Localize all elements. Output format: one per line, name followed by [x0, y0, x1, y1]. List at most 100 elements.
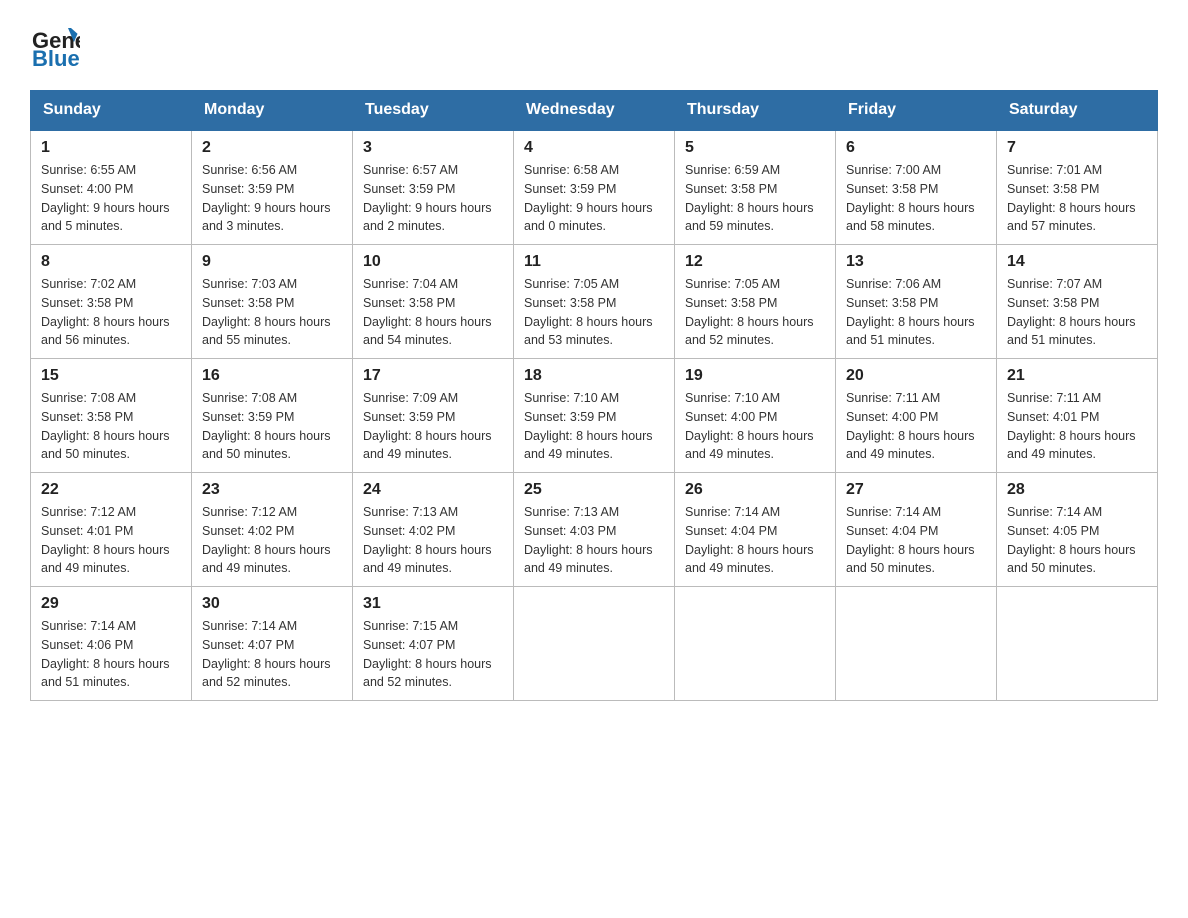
weekday-header-tuesday: Tuesday — [353, 91, 514, 131]
day-info: Sunrise: 6:55 AMSunset: 4:00 PMDaylight:… — [41, 161, 181, 236]
day-info: Sunrise: 7:05 AMSunset: 3:58 PMDaylight:… — [685, 275, 825, 350]
day-number: 20 — [846, 367, 986, 385]
day-number: 13 — [846, 253, 986, 271]
day-info: Sunrise: 7:08 AMSunset: 3:58 PMDaylight:… — [41, 389, 181, 464]
day-number: 24 — [363, 481, 503, 499]
calendar-cell: 3 Sunrise: 6:57 AMSunset: 3:59 PMDayligh… — [353, 130, 514, 245]
weekday-header-saturday: Saturday — [997, 91, 1158, 131]
calendar-cell: 28 Sunrise: 7:14 AMSunset: 4:05 PMDaylig… — [997, 473, 1158, 587]
day-number: 12 — [685, 253, 825, 271]
calendar-cell: 23 Sunrise: 7:12 AMSunset: 4:02 PMDaylig… — [192, 473, 353, 587]
day-info: Sunrise: 7:14 AMSunset: 4:07 PMDaylight:… — [202, 617, 342, 692]
day-info: Sunrise: 7:10 AMSunset: 4:00 PMDaylight:… — [685, 389, 825, 464]
day-number: 25 — [524, 481, 664, 499]
calendar-week-row: 8 Sunrise: 7:02 AMSunset: 3:58 PMDayligh… — [31, 245, 1158, 359]
calendar-cell: 10 Sunrise: 7:04 AMSunset: 3:58 PMDaylig… — [353, 245, 514, 359]
day-info: Sunrise: 7:14 AMSunset: 4:04 PMDaylight:… — [846, 503, 986, 578]
day-info: Sunrise: 7:11 AMSunset: 4:00 PMDaylight:… — [846, 389, 986, 464]
day-info: Sunrise: 7:10 AMSunset: 3:59 PMDaylight:… — [524, 389, 664, 464]
day-info: Sunrise: 7:14 AMSunset: 4:06 PMDaylight:… — [41, 617, 181, 692]
day-number: 2 — [202, 139, 342, 157]
day-info: Sunrise: 7:02 AMSunset: 3:58 PMDaylight:… — [41, 275, 181, 350]
calendar-week-row: 22 Sunrise: 7:12 AMSunset: 4:01 PMDaylig… — [31, 473, 1158, 587]
day-info: Sunrise: 7:12 AMSunset: 4:02 PMDaylight:… — [202, 503, 342, 578]
calendar-cell: 26 Sunrise: 7:14 AMSunset: 4:04 PMDaylig… — [675, 473, 836, 587]
day-number: 7 — [1007, 139, 1147, 157]
day-info: Sunrise: 7:08 AMSunset: 3:59 PMDaylight:… — [202, 389, 342, 464]
day-info: Sunrise: 7:01 AMSunset: 3:58 PMDaylight:… — [1007, 161, 1147, 236]
day-number: 16 — [202, 367, 342, 385]
calendar-week-row: 15 Sunrise: 7:08 AMSunset: 3:58 PMDaylig… — [31, 359, 1158, 473]
day-info: Sunrise: 6:59 AMSunset: 3:58 PMDaylight:… — [685, 161, 825, 236]
day-number: 10 — [363, 253, 503, 271]
header: General Blue — [30, 20, 1158, 70]
calendar-week-row: 29 Sunrise: 7:14 AMSunset: 4:06 PMDaylig… — [31, 587, 1158, 701]
day-number: 26 — [685, 481, 825, 499]
day-info: Sunrise: 7:14 AMSunset: 4:04 PMDaylight:… — [685, 503, 825, 578]
day-number: 23 — [202, 481, 342, 499]
day-info: Sunrise: 7:09 AMSunset: 3:59 PMDaylight:… — [363, 389, 503, 464]
day-info: Sunrise: 7:05 AMSunset: 3:58 PMDaylight:… — [524, 275, 664, 350]
calendar-cell — [997, 587, 1158, 701]
calendar-cell: 12 Sunrise: 7:05 AMSunset: 3:58 PMDaylig… — [675, 245, 836, 359]
day-info: Sunrise: 6:56 AMSunset: 3:59 PMDaylight:… — [202, 161, 342, 236]
calendar-cell: 27 Sunrise: 7:14 AMSunset: 4:04 PMDaylig… — [836, 473, 997, 587]
svg-text:Blue: Blue — [32, 46, 80, 70]
calendar-cell: 31 Sunrise: 7:15 AMSunset: 4:07 PMDaylig… — [353, 587, 514, 701]
day-number: 15 — [41, 367, 181, 385]
calendar-cell: 19 Sunrise: 7:10 AMSunset: 4:00 PMDaylig… — [675, 359, 836, 473]
logo-icon: General Blue — [30, 20, 80, 70]
day-number: 22 — [41, 481, 181, 499]
weekday-header-monday: Monday — [192, 91, 353, 131]
calendar-cell: 18 Sunrise: 7:10 AMSunset: 3:59 PMDaylig… — [514, 359, 675, 473]
day-number: 31 — [363, 595, 503, 613]
calendar-cell: 13 Sunrise: 7:06 AMSunset: 3:58 PMDaylig… — [836, 245, 997, 359]
calendar-cell: 7 Sunrise: 7:01 AMSunset: 3:58 PMDayligh… — [997, 130, 1158, 245]
weekday-header-wednesday: Wednesday — [514, 91, 675, 131]
day-number: 11 — [524, 253, 664, 271]
day-number: 9 — [202, 253, 342, 271]
calendar-table: SundayMondayTuesdayWednesdayThursdayFrid… — [30, 90, 1158, 701]
day-number: 30 — [202, 595, 342, 613]
day-number: 8 — [41, 253, 181, 271]
day-info: Sunrise: 7:00 AMSunset: 3:58 PMDaylight:… — [846, 161, 986, 236]
calendar-week-row: 1 Sunrise: 6:55 AMSunset: 4:00 PMDayligh… — [31, 130, 1158, 245]
calendar-cell — [514, 587, 675, 701]
day-info: Sunrise: 7:14 AMSunset: 4:05 PMDaylight:… — [1007, 503, 1147, 578]
calendar-cell: 29 Sunrise: 7:14 AMSunset: 4:06 PMDaylig… — [31, 587, 192, 701]
day-info: Sunrise: 7:15 AMSunset: 4:07 PMDaylight:… — [363, 617, 503, 692]
day-number: 21 — [1007, 367, 1147, 385]
calendar-cell — [836, 587, 997, 701]
day-number: 14 — [1007, 253, 1147, 271]
day-info: Sunrise: 7:11 AMSunset: 4:01 PMDaylight:… — [1007, 389, 1147, 464]
day-number: 1 — [41, 139, 181, 157]
day-number: 3 — [363, 139, 503, 157]
calendar-cell: 17 Sunrise: 7:09 AMSunset: 3:59 PMDaylig… — [353, 359, 514, 473]
day-info: Sunrise: 7:13 AMSunset: 4:03 PMDaylight:… — [524, 503, 664, 578]
weekday-header-thursday: Thursday — [675, 91, 836, 131]
calendar-cell: 11 Sunrise: 7:05 AMSunset: 3:58 PMDaylig… — [514, 245, 675, 359]
calendar-cell: 30 Sunrise: 7:14 AMSunset: 4:07 PMDaylig… — [192, 587, 353, 701]
day-number: 29 — [41, 595, 181, 613]
calendar-cell: 24 Sunrise: 7:13 AMSunset: 4:02 PMDaylig… — [353, 473, 514, 587]
calendar-cell: 15 Sunrise: 7:08 AMSunset: 3:58 PMDaylig… — [31, 359, 192, 473]
calendar-cell — [675, 587, 836, 701]
calendar-cell: 8 Sunrise: 7:02 AMSunset: 3:58 PMDayligh… — [31, 245, 192, 359]
logo: General Blue — [30, 20, 80, 70]
calendar-cell: 14 Sunrise: 7:07 AMSunset: 3:58 PMDaylig… — [997, 245, 1158, 359]
calendar-cell: 21 Sunrise: 7:11 AMSunset: 4:01 PMDaylig… — [997, 359, 1158, 473]
day-info: Sunrise: 7:06 AMSunset: 3:58 PMDaylight:… — [846, 275, 986, 350]
calendar-cell: 16 Sunrise: 7:08 AMSunset: 3:59 PMDaylig… — [192, 359, 353, 473]
day-info: Sunrise: 7:04 AMSunset: 3:58 PMDaylight:… — [363, 275, 503, 350]
day-number: 28 — [1007, 481, 1147, 499]
day-info: Sunrise: 7:07 AMSunset: 3:58 PMDaylight:… — [1007, 275, 1147, 350]
day-info: Sunrise: 6:58 AMSunset: 3:59 PMDaylight:… — [524, 161, 664, 236]
day-info: Sunrise: 7:13 AMSunset: 4:02 PMDaylight:… — [363, 503, 503, 578]
day-info: Sunrise: 6:57 AMSunset: 3:59 PMDaylight:… — [363, 161, 503, 236]
calendar-cell: 5 Sunrise: 6:59 AMSunset: 3:58 PMDayligh… — [675, 130, 836, 245]
day-number: 17 — [363, 367, 503, 385]
weekday-header-sunday: Sunday — [31, 91, 192, 131]
weekday-header-row: SundayMondayTuesdayWednesdayThursdayFrid… — [31, 91, 1158, 131]
day-info: Sunrise: 7:12 AMSunset: 4:01 PMDaylight:… — [41, 503, 181, 578]
calendar-cell: 1 Sunrise: 6:55 AMSunset: 4:00 PMDayligh… — [31, 130, 192, 245]
